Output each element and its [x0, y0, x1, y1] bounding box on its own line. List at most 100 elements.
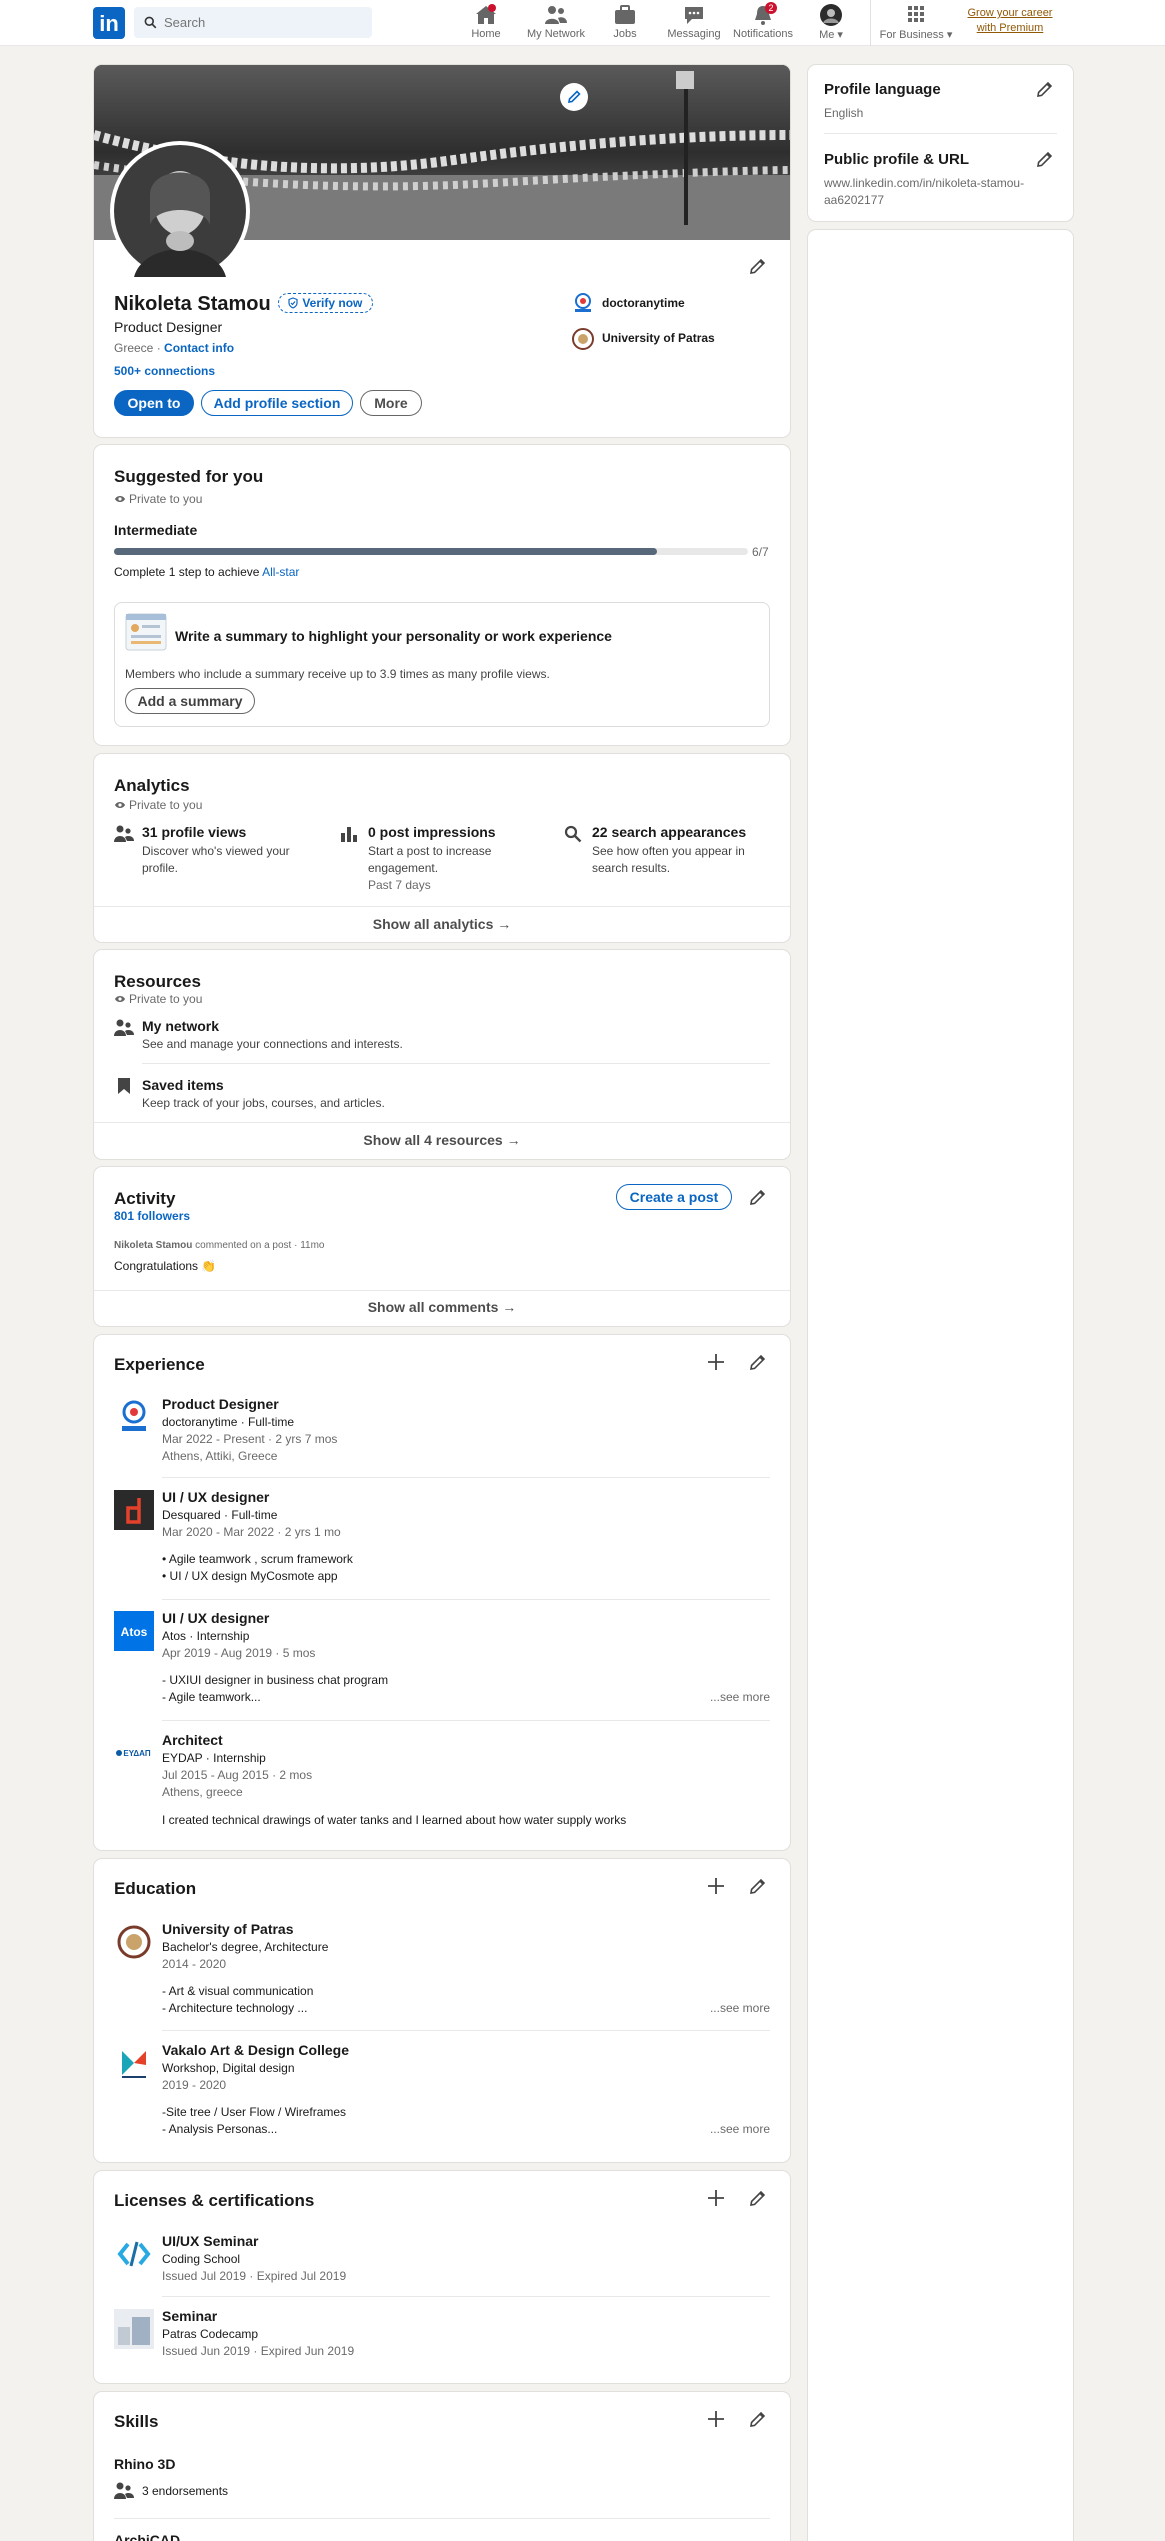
- skill-name[interactable]: Rhino 3D: [114, 2456, 175, 2472]
- all-star-link[interactable]: All-star: [262, 565, 299, 579]
- skills-title: Skills: [114, 2412, 159, 2431]
- show-all-comments-button[interactable]: Show all comments →: [94, 1299, 790, 1315]
- job-dates: Mar 2020 - Mar 2022 · 2 yrs 1 mo: [162, 1525, 341, 1539]
- post-text[interactable]: Congratulations 👏: [114, 1259, 216, 1273]
- resources-private-note: Private to you: [114, 992, 202, 1006]
- search-input[interactable]: [164, 7, 364, 38]
- profile-settings-card: Profile language English Public profile …: [808, 65, 1073, 221]
- school-name: Vakalo Art & Design College: [162, 2042, 349, 2058]
- svg-text:Atos: Atos: [121, 1625, 148, 1639]
- education-item[interactable]: University of Patras Bachelor's degree, …: [114, 1920, 770, 2020]
- edit-activity-pencil-icon[interactable]: [748, 1187, 768, 1207]
- experience-item[interactable]: Product Designer doctoranytime · Full-ti…: [114, 1395, 770, 1467]
- skill-endorsements[interactable]: 3 endorsements: [142, 2484, 228, 2498]
- post-meta: Nikoleta Stamou commented on a post · 11…: [114, 1240, 325, 1251]
- premium-link[interactable]: Grow your career with Premium: [960, 6, 1060, 36]
- license-item[interactable]: Seminar Patras Codecamp Issued Jun 2019 …: [114, 2307, 770, 2367]
- edit-cover-button[interactable]: [560, 83, 588, 111]
- see-more-link[interactable]: ...see more: [710, 2122, 770, 2136]
- job-company: Atos · Internship: [162, 1629, 250, 1643]
- nav-jobs[interactable]: Jobs: [605, 4, 645, 44]
- education-item[interactable]: Vakalo Art & Design College Workshop, Di…: [114, 2041, 770, 2141]
- divider: [94, 1290, 790, 1291]
- open-to-button[interactable]: Open to: [114, 390, 194, 416]
- divider: [824, 133, 1057, 134]
- current-company[interactable]: doctoranytime: [602, 296, 685, 310]
- edit-skills-pencil-icon[interactable]: [748, 2409, 768, 2429]
- resource-saved-items[interactable]: Saved items Keep track of your jobs, cou…: [114, 1075, 770, 1123]
- edit-language-pencil-icon[interactable]: [1035, 79, 1055, 99]
- see-more-link[interactable]: ...see more: [710, 1690, 770, 1704]
- private-note: Private to you: [114, 492, 202, 506]
- add-profile-section-button[interactable]: Add profile section: [201, 390, 353, 416]
- edit-experience-pencil-icon[interactable]: [748, 1352, 768, 1372]
- skill-name[interactable]: ArchiCAD: [114, 2532, 180, 2541]
- resource-title: My network: [142, 1018, 220, 1034]
- experience-item[interactable]: ΕΥΔΑΠ Architect EYDAP · Internship Jul 2…: [114, 1731, 770, 1841]
- linkedin-logo[interactable]: in: [93, 7, 125, 39]
- analytics-item-title: 31 profile views: [142, 824, 247, 840]
- bar-chart-icon: [341, 827, 357, 842]
- experience-item[interactable]: UI / UX designer Desquared · Full-time M…: [114, 1488, 770, 1588]
- add-education-plus-icon[interactable]: [706, 1876, 726, 1896]
- license-name: Seminar: [162, 2308, 218, 2324]
- nav-for-business[interactable]: For Business ▾: [876, 4, 956, 44]
- profile-card: Nikoleta Stamou Verify now Product Desig…: [94, 65, 790, 437]
- public-profile-url-cont[interactable]: aa6202177: [824, 193, 884, 207]
- edit-licenses-pencil-icon[interactable]: [748, 2188, 768, 2208]
- experience-item[interactable]: Atos UI / UX designer Atos · Internship …: [114, 1609, 770, 1709]
- more-button[interactable]: More: [360, 390, 422, 416]
- skills-card: Skills Rhino 3D 3 endorsements ArchiCAD: [94, 2392, 790, 2541]
- add-experience-plus-icon[interactable]: [706, 1352, 726, 1372]
- analytics-profile-views[interactable]: 31 profile views Discover who's viewed y…: [114, 822, 324, 902]
- job-dates: Apr 2019 - Aug 2019 · 5 mos: [162, 1646, 316, 1660]
- edit-url-pencil-icon[interactable]: [1035, 149, 1055, 169]
- nav-for-business-label: For Business ▾: [879, 29, 953, 41]
- resources-card: Resources Private to you My network See …: [94, 950, 790, 1159]
- nav-messaging[interactable]: Messaging: [664, 4, 724, 44]
- divider: [142, 1063, 770, 1064]
- home-badge: [488, 4, 496, 12]
- school-degree: Bachelor's degree, Architecture: [162, 1940, 329, 1954]
- current-school[interactable]: University of Patras: [602, 331, 715, 345]
- job-role: UI / UX designer: [162, 1610, 270, 1626]
- add-summary-button[interactable]: Add a summary: [125, 688, 255, 714]
- add-license-plus-icon[interactable]: [706, 2188, 726, 2208]
- level-label: Intermediate: [114, 522, 198, 538]
- show-all-analytics-button[interactable]: Show all analytics →: [94, 916, 790, 932]
- add-skill-plus-icon[interactable]: [706, 2409, 726, 2429]
- public-profile-url[interactable]: www.linkedin.com/in/nikoleta-stamou-: [824, 176, 1024, 190]
- edit-intro-pencil-icon[interactable]: [748, 256, 768, 276]
- analytics-post-impressions[interactable]: 0 post impressions Start a post to incre…: [340, 822, 550, 902]
- connections-link[interactable]: 500+ connections: [114, 364, 215, 378]
- divider: [114, 2518, 770, 2519]
- see-more-link[interactable]: ...see more: [710, 2001, 770, 2015]
- university-of-patras-logo: [114, 1922, 154, 1962]
- show-all-resources-button[interactable]: Show all 4 resources →: [94, 1132, 790, 1148]
- nav-me[interactable]: Me ▾: [813, 4, 849, 44]
- analytics-item-desc: Start a post to increase: [368, 844, 492, 858]
- analytics-item-title: 22 search appearances: [592, 824, 747, 840]
- license-item[interactable]: UI/UX Seminar Coding School Issued Jul 2…: [114, 2232, 770, 2292]
- progress-fill: [114, 548, 658, 555]
- nav-notifications[interactable]: 2 Notifications: [730, 2, 796, 44]
- post-author[interactable]: Nikoleta Stamou: [114, 1240, 192, 1251]
- license-dates: Issued Jun 2019 · Expired Jun 2019: [162, 2344, 355, 2358]
- search-box[interactable]: [134, 7, 372, 38]
- nav-divider: [870, 0, 871, 46]
- resource-desc: See and manage your connections and inte…: [142, 1037, 403, 1051]
- divider: [162, 2030, 770, 2031]
- nav-home[interactable]: Home: [466, 4, 506, 44]
- contact-info-link[interactable]: Contact info: [164, 341, 234, 355]
- verify-badge[interactable]: Verify now: [278, 293, 374, 313]
- analytics-search-appearances[interactable]: 22 search appearances See how often you …: [564, 822, 774, 902]
- nav-my-network[interactable]: My Network: [524, 4, 588, 44]
- license-name: UI/UX Seminar: [162, 2233, 259, 2249]
- create-post-button[interactable]: Create a post: [616, 1184, 732, 1210]
- edit-education-pencil-icon[interactable]: [748, 1876, 768, 1896]
- progress-label: 6/7: [752, 545, 769, 559]
- resource-my-network[interactable]: My network See and manage your connectio…: [114, 1016, 770, 1064]
- profile-photo[interactable]: [110, 141, 250, 281]
- pencil-icon: [568, 90, 581, 103]
- followers-link[interactable]: 801 followers: [114, 1209, 190, 1223]
